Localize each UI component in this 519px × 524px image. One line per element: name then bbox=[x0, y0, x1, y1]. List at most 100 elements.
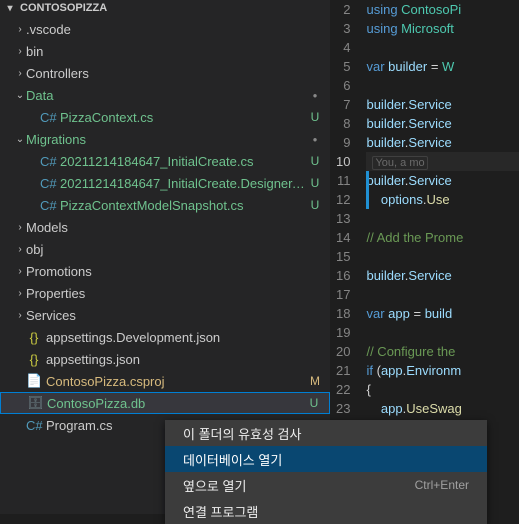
chevron-right-icon: › bbox=[14, 24, 26, 35]
code-line[interactable]: You, a mo bbox=[366, 152, 519, 171]
line-number: 19 bbox=[336, 323, 350, 342]
tree-folder[interactable]: ›Services bbox=[0, 304, 330, 326]
line-number: 23 bbox=[336, 399, 350, 418]
code-line[interactable] bbox=[366, 76, 519, 95]
tree-item-label: obj bbox=[26, 242, 308, 257]
menu-shortcut: Ctrl+Enter bbox=[415, 478, 469, 492]
untracked-badge: U bbox=[308, 198, 322, 212]
csharp-file-icon: C# bbox=[26, 418, 42, 433]
tree-file[interactable]: C# PizzaContextModelSnapshot.csU bbox=[0, 194, 330, 216]
code-line[interactable]: builder.Service bbox=[366, 95, 519, 114]
code-line[interactable]: using Microsoft bbox=[366, 19, 519, 38]
chevron-right-icon: › bbox=[14, 310, 26, 321]
tree-file[interactable]: 🗄 ContosoPizza.dbU bbox=[0, 392, 330, 414]
chevron-right-icon: › bbox=[14, 222, 26, 233]
context-menu-item[interactable]: 옆으로 열기 Ctrl+Enter bbox=[165, 472, 487, 498]
context-menu-item[interactable]: 이 폴더의 유효성 검사 bbox=[165, 420, 487, 446]
tree-item-label: Promotions bbox=[26, 264, 308, 279]
json-file-icon: {} bbox=[26, 352, 42, 367]
chevron-down-icon: ⌄ bbox=[14, 90, 26, 101]
context-menu-item[interactable]: 데이터베이스 열기 bbox=[165, 446, 487, 472]
untracked-badge: U bbox=[307, 396, 321, 410]
line-number: 16 bbox=[336, 266, 350, 285]
tree-folder[interactable]: ⌄Data ● bbox=[0, 84, 330, 106]
database-file-icon: 🗄 bbox=[27, 395, 43, 411]
code-line[interactable] bbox=[366, 323, 519, 342]
chevron-right-icon: › bbox=[14, 244, 26, 255]
csharp-file-icon: C# bbox=[40, 110, 56, 125]
json-file-icon: {} bbox=[26, 330, 42, 345]
line-number: 22 bbox=[336, 380, 350, 399]
code-line[interactable]: var app = build bbox=[366, 304, 519, 323]
line-number: 18 bbox=[336, 304, 350, 323]
tree-item-label: Models bbox=[26, 220, 308, 235]
csharp-file-icon: C# bbox=[40, 176, 56, 191]
code-line[interactable]: builder.Service bbox=[366, 266, 519, 285]
line-number: 11 bbox=[336, 171, 350, 190]
tree-folder[interactable]: ›Promotions bbox=[0, 260, 330, 282]
modified-dot-icon: ● bbox=[308, 91, 322, 100]
tree-item-label: ContosoPizza.db bbox=[47, 396, 307, 411]
line-number: 8 bbox=[336, 114, 350, 133]
code-line[interactable]: builder.Service bbox=[366, 133, 519, 152]
tree-item-label: Migrations bbox=[26, 132, 304, 147]
context-menu-item[interactable]: 연결 프로그램 bbox=[165, 498, 487, 524]
line-number: 2 bbox=[336, 0, 350, 19]
csproj-file-icon: 📄 bbox=[26, 373, 42, 389]
untracked-badge: U bbox=[308, 154, 322, 168]
code-line[interactable]: // Add the Prome bbox=[366, 228, 519, 247]
chevron-down-icon: ⌄ bbox=[14, 134, 26, 145]
chevron-right-icon: › bbox=[14, 46, 26, 57]
tree-folder[interactable]: ›Properties bbox=[0, 282, 330, 304]
code-line[interactable]: app.UseSwag bbox=[366, 399, 519, 418]
code-line[interactable]: if (app.Environm bbox=[366, 361, 519, 380]
line-number: 9 bbox=[336, 133, 350, 152]
tree-file[interactable]: C# 20211214184647_InitialCreate.Designer.… bbox=[0, 172, 330, 194]
tree-item-label: appsettings.Development.json bbox=[46, 330, 308, 345]
tree-item-label: 20211214184647_InitialCreate.Designer.cs bbox=[60, 176, 308, 191]
code-line[interactable] bbox=[366, 38, 519, 57]
tree-item-label: .vscode bbox=[26, 22, 308, 37]
tree-folder[interactable]: ›Models bbox=[0, 216, 330, 238]
code-line[interactable]: builder.Service bbox=[366, 171, 519, 190]
menu-item-label: 데이터베이스 열기 bbox=[183, 450, 282, 469]
tree-file[interactable]: 📄ContosoPizza.csprojM bbox=[0, 370, 330, 392]
file-tree: ›.vscode›bin›Controllers⌄Data●C#PizzaCon… bbox=[0, 16, 330, 436]
untracked-badge: U bbox=[308, 110, 322, 124]
menu-item-label: 옆으로 열기 bbox=[183, 476, 246, 495]
tree-file[interactable]: C#20211214184647_InitialCreate.csU bbox=[0, 150, 330, 172]
modified-badge: M bbox=[308, 374, 322, 388]
tree-item-label: Properties bbox=[26, 286, 308, 301]
code-line[interactable]: using ContosoPi bbox=[366, 0, 519, 19]
chevron-right-icon: › bbox=[14, 68, 26, 79]
tree-folder[interactable]: ›.vscode bbox=[0, 18, 330, 40]
code-line[interactable] bbox=[366, 209, 519, 228]
tree-file[interactable]: {} appsettings.Development.json bbox=[0, 326, 330, 348]
line-number: 15 bbox=[336, 247, 350, 266]
tree-folder[interactable]: ⌄Migrations● bbox=[0, 128, 330, 150]
tree-item-label: 20211214184647_InitialCreate.cs bbox=[60, 154, 308, 169]
tree-file[interactable]: {}appsettings.json bbox=[0, 348, 330, 370]
tree-folder[interactable]: ›obj bbox=[0, 238, 330, 260]
context-menu[interactable]: 이 폴더의 유효성 검사데이터베이스 열기옆으로 열기 Ctrl+Enter 연결 … bbox=[165, 420, 487, 524]
tree-file[interactable]: C#PizzaContext.csU bbox=[0, 106, 330, 128]
tree-folder[interactable]: ›Controllers bbox=[0, 62, 330, 84]
code-line[interactable]: builder.Service bbox=[366, 114, 519, 133]
code-line[interactable] bbox=[366, 285, 519, 304]
csharp-file-icon: C# bbox=[40, 198, 56, 213]
code-line[interactable]: options.Use bbox=[366, 190, 519, 209]
tree-folder[interactable]: ›bin bbox=[0, 40, 330, 62]
chevron-right-icon: › bbox=[14, 288, 26, 299]
code-line[interactable] bbox=[366, 247, 519, 266]
project-header[interactable]: ▾ CONTOSOPIZZA bbox=[0, 0, 330, 16]
code-line[interactable]: { bbox=[366, 380, 519, 399]
code-line[interactable]: // Configure the bbox=[366, 342, 519, 361]
line-number: 12 bbox=[336, 190, 350, 209]
project-title: CONTOSOPIZZA bbox=[20, 2, 107, 14]
tree-item-label: PizzaContextModelSnapshot.cs bbox=[60, 198, 308, 213]
line-number: 3 bbox=[336, 19, 350, 38]
line-number: 7 bbox=[336, 95, 350, 114]
tree-item-label: Data bbox=[26, 88, 304, 103]
line-number: 5 bbox=[336, 57, 350, 76]
code-line[interactable]: var builder = W bbox=[366, 57, 519, 76]
